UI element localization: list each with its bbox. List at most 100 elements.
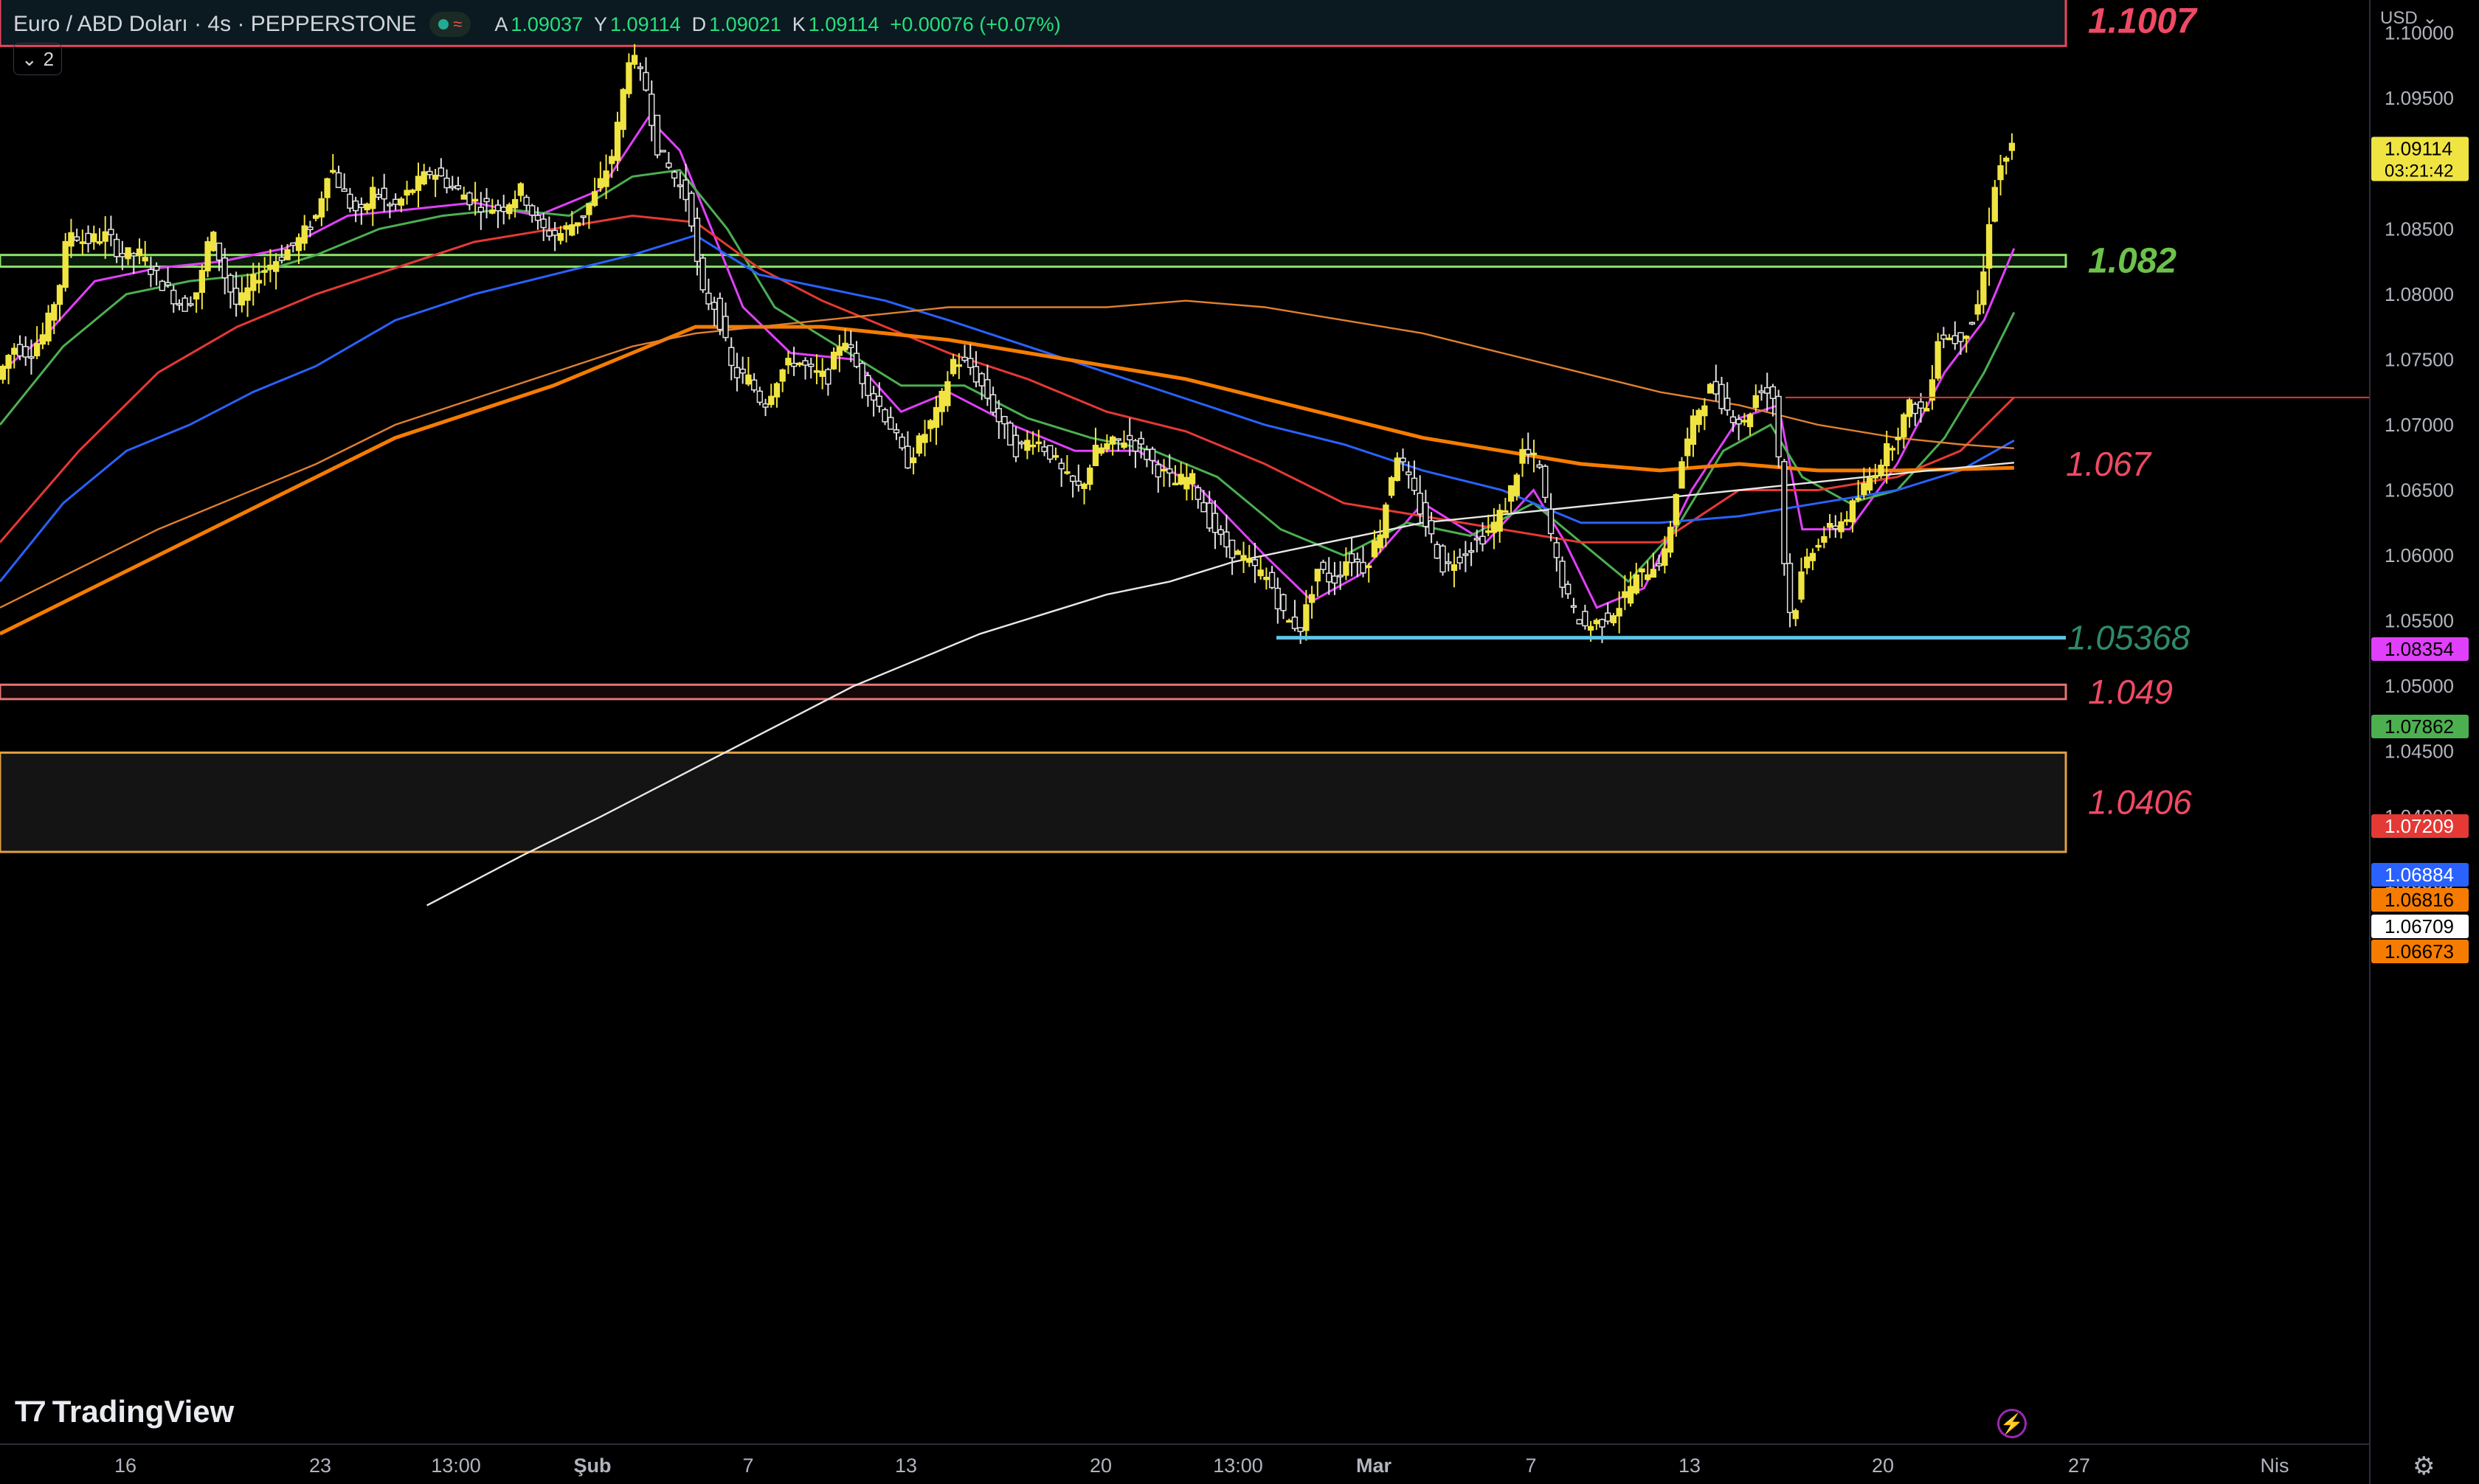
candle-body: [221, 257, 228, 279]
candle-body: [22, 346, 29, 358]
candle-body: [404, 190, 410, 196]
currency-selector[interactable]: USD ⌄: [2380, 7, 2437, 29]
indicators-count: 2: [43, 47, 55, 70]
symbol-title[interactable]: Euro / ABD Doları · 4s · PEPPERSTONE: [13, 12, 416, 37]
candle-body: [1553, 542, 1560, 558]
candle-body: [677, 184, 683, 187]
candle-body: [716, 297, 723, 330]
candle-body: [654, 114, 661, 156]
candle-body: [773, 383, 781, 398]
candle-body: [1467, 549, 1475, 553]
price-label-2: 1.07209: [2385, 815, 2454, 837]
price-axis: 1.120001.115001.110001.105001.100001.095…: [2369, 0, 2469, 1484]
candle-body: [159, 280, 166, 291]
candle-body: [244, 287, 251, 301]
candle-body: [1599, 619, 1605, 628]
candle-body: [267, 264, 274, 270]
candle-body: [1923, 408, 1930, 412]
candle-body: [1884, 443, 1890, 467]
candle-body: [1906, 399, 1913, 417]
candle-body: [1366, 565, 1372, 569]
candle-body: [984, 379, 991, 399]
candle-body: [938, 390, 945, 412]
candle-body: [176, 302, 183, 306]
candle-body: [1127, 434, 1133, 441]
lightning-icon[interactable]: ⚡: [1997, 1409, 2027, 1438]
candle-body: [995, 408, 1002, 423]
candle-body: [546, 230, 553, 237]
candle-body: [1951, 335, 1958, 344]
candle-body: [227, 274, 234, 293]
candle-body: [232, 288, 240, 305]
candle-body: [710, 302, 718, 311]
close-value: 1.09114: [808, 13, 879, 35]
candle-body: [290, 242, 297, 246]
indicators-toggle-button[interactable]: ⌄ 2: [13, 43, 62, 75]
candle-body: [1684, 438, 1691, 457]
price-tick-label: 1.06000: [2385, 544, 2454, 566]
candle-body: [762, 403, 769, 408]
candle-body: [1024, 440, 1031, 451]
candle-body: [1576, 619, 1583, 625]
candle-body: [1622, 591, 1628, 598]
candle-body: [1348, 552, 1355, 564]
candle-body: [466, 192, 473, 206]
candle-body: [1991, 187, 1998, 222]
candle-body: [1804, 556, 1811, 569]
candle-body: [278, 256, 285, 261]
hlines-layer: 1.05368 1.067: [1276, 396, 2370, 657]
candle-body: [1029, 444, 1037, 448]
candle-body: [1473, 538, 1480, 541]
candle-body: [1673, 493, 1679, 525]
candle-body: [842, 342, 848, 350]
candle-body: [603, 170, 609, 187]
candle-body: [148, 268, 154, 275]
candle-body: [665, 162, 672, 168]
zone-label-0: 1.1007: [2088, 2, 2198, 41]
candle-body: [494, 204, 502, 212]
candle-body: [728, 347, 735, 367]
candle-body: [671, 171, 678, 179]
candle-body: [1718, 384, 1725, 409]
zone-3: [0, 751, 2067, 853]
candle-body: [563, 225, 570, 230]
candle-body: [1286, 620, 1293, 623]
candle-body: [1485, 530, 1492, 533]
candle-body: [688, 193, 695, 227]
candle-body: [1764, 386, 1771, 394]
candle-body: [1798, 571, 1805, 600]
market-status[interactable]: ≈: [429, 12, 471, 37]
candle-body: [131, 253, 137, 257]
candle-body: [1946, 337, 1953, 341]
candle-body: [392, 198, 399, 205]
candle-body: [1985, 223, 1993, 269]
change-value: +0.00076 (+0.07%): [890, 13, 1061, 35]
candle-body: [1536, 464, 1543, 468]
candle-body: [580, 215, 587, 218]
chart-canvas[interactable]: 1.1007 1.082 1.049 1.0406 1.05368 1.067 1.12…: [0, 0, 2479, 1484]
candle-body: [1047, 445, 1054, 460]
candle-body: [198, 269, 205, 294]
candle-body: [1775, 395, 1782, 458]
candle-body: [597, 178, 604, 189]
candle-body: [39, 334, 46, 345]
candle-body: [1240, 555, 1247, 561]
close-label: K: [792, 13, 806, 35]
candle-body: [1940, 334, 1947, 340]
price-label-6: 1.06673: [2385, 940, 2454, 963]
candle-body: [859, 362, 865, 384]
candle-body: [1069, 475, 1076, 482]
candle-body: [295, 237, 302, 252]
candle-body: [1087, 467, 1093, 485]
candle-body: [364, 203, 370, 211]
candle-body: [955, 364, 962, 367]
candle-body: [1963, 336, 1970, 339]
gear-icon[interactable]: ⚙: [2413, 1452, 2435, 1481]
candle-body: [1582, 611, 1588, 627]
candle-body: [91, 233, 97, 243]
candle-body: [1092, 445, 1099, 466]
candle-body: [0, 365, 7, 380]
candle-body: [967, 358, 974, 368]
tradingview-logo[interactable]: T7 TradingView: [15, 1394, 234, 1429]
candle-body: [1371, 540, 1378, 558]
